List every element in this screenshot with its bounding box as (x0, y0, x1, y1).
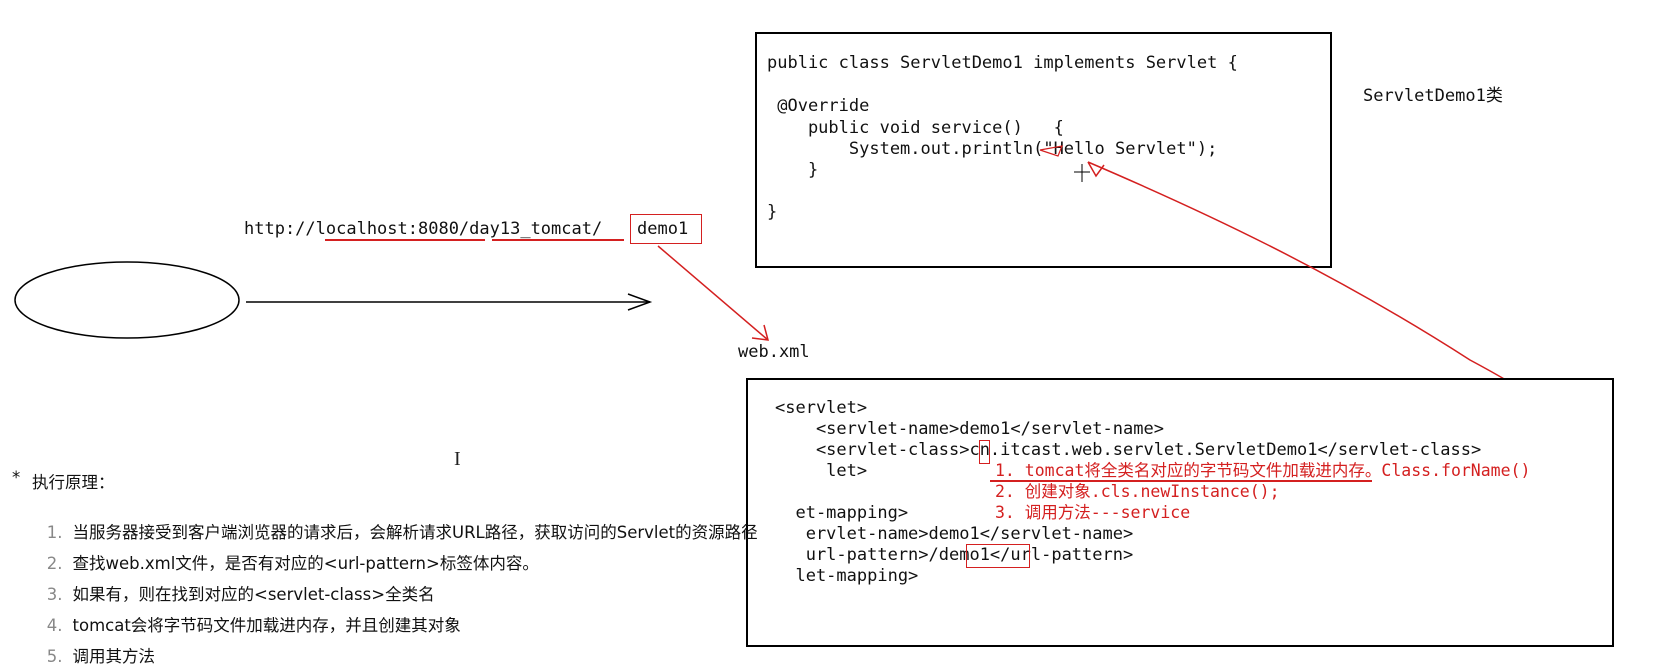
request-url-base: http://localhost:8080/day13_tomcat/ (244, 219, 603, 239)
xml-line-2: <servlet-name>demo1</servlet-name> (775, 419, 1164, 439)
step-1: 1. tomcat将全类名对应的字节码文件加载进内存。Class.forName… (995, 461, 1531, 480)
text-cursor-icon: I (454, 448, 461, 470)
item-text: 调用其方法 (72, 647, 156, 666)
steps-overlay: 1. tomcat将全类名对应的字节码文件加载进内存。Class.forName… (985, 460, 1657, 524)
step-3: 3. 调用方法---service (995, 503, 1191, 522)
url-to-webxml-arrow (657, 245, 769, 341)
principle-item-5: 5. 调用其方法 (24, 624, 155, 667)
service-loop-arrowhead (1087, 161, 1105, 178)
item-number: 5. (46, 647, 63, 666)
principle-bullet: * (12, 468, 21, 487)
url-underline-host (325, 239, 485, 241)
steps-underline (990, 480, 1372, 482)
xml-line-3: <servlet-class>cn.itcast.web.servlet.Ser… (775, 440, 1482, 460)
web-xml-label: web.xml (738, 342, 810, 362)
xml-line-6: et-mapping> (775, 503, 909, 523)
url-underline-project (492, 239, 624, 241)
step-2: 2. 创建对象.cls.newInstance(); (995, 482, 1280, 501)
principle-heading: 执行原理： (32, 473, 115, 492)
xml-line-8: url-pattern>/demo1</url-pattern> (775, 545, 1134, 565)
xml-line-1: <servlet> (775, 398, 868, 418)
url-resource: demo1 (637, 219, 689, 239)
xml-line-4: let> (775, 461, 868, 481)
service-pointer (1039, 145, 1063, 157)
xml-line-7: ervlet-name>demo1</servlet-name> (775, 524, 1134, 544)
xml-line-9: let-mapping> (775, 566, 919, 586)
client-ellipse (14, 261, 240, 339)
xml-url-pattern-box (966, 544, 1030, 568)
